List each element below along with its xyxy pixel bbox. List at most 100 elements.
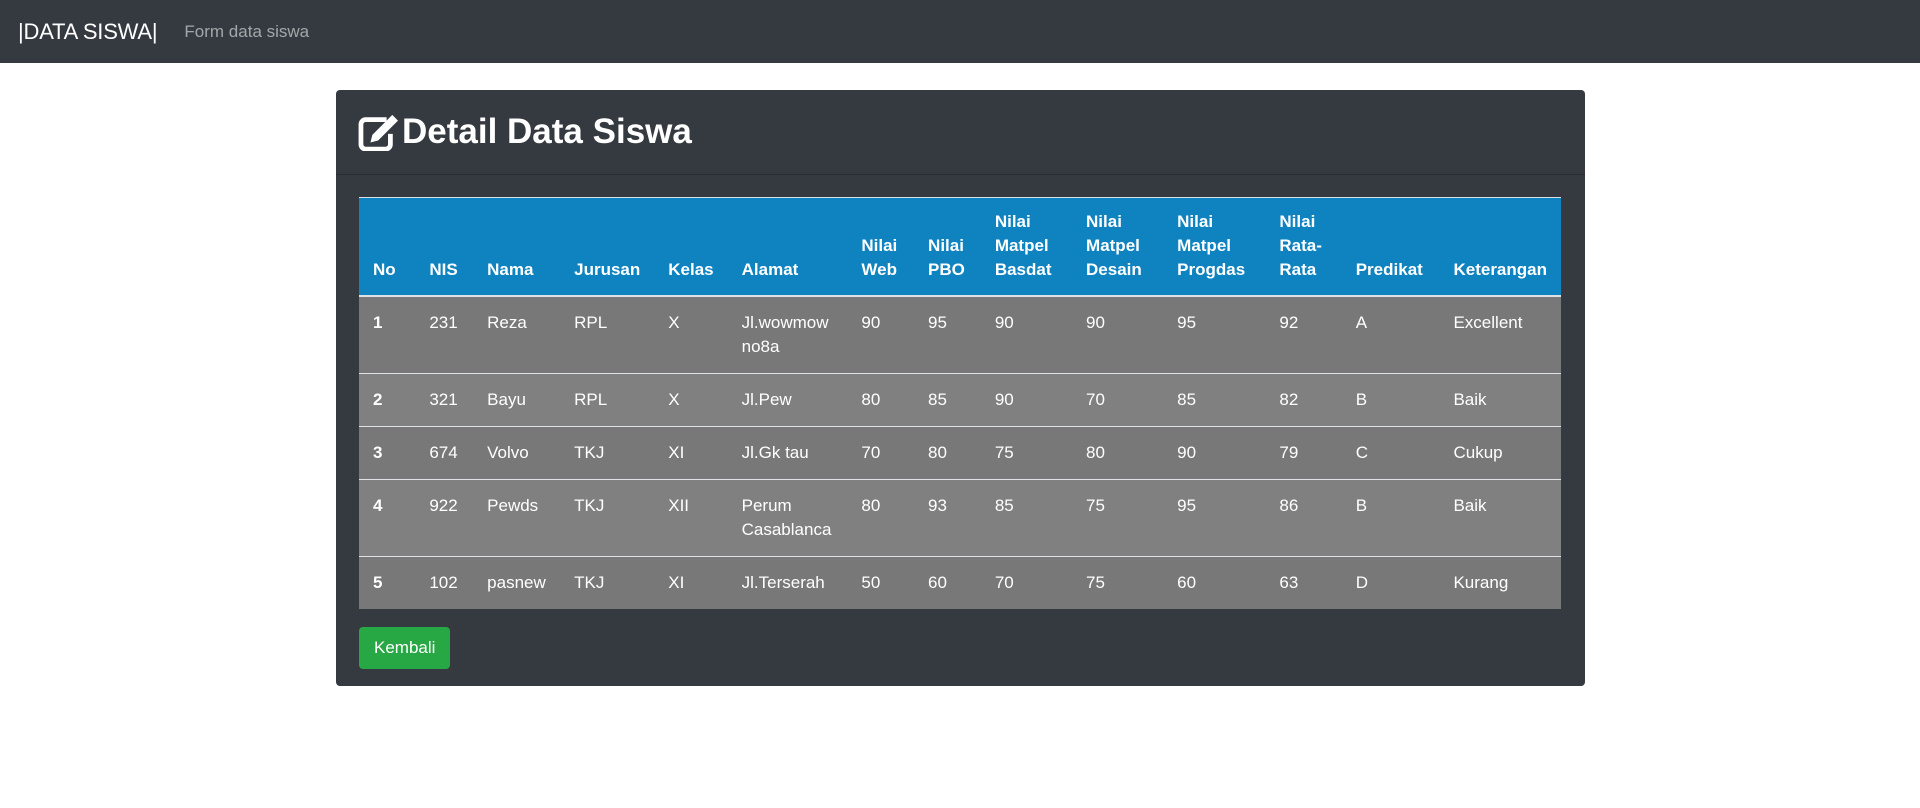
table-cell: Reza — [473, 295, 561, 374]
table-cell: 321 — [415, 373, 474, 427]
table-cell: 4 — [359, 479, 416, 557]
table-row: 4 922 Pewds TKJ XII Perum Casablanca 80 … — [359, 479, 1561, 557]
table-cell: 90 — [847, 295, 915, 374]
column-header: Nilai PBO — [914, 197, 981, 297]
table-cell: 50 — [847, 556, 915, 609]
table-cell: pasnew — [473, 556, 561, 609]
table-cell: 5 — [359, 556, 416, 609]
table-cell: C — [1341, 426, 1440, 480]
table-cell: XI — [654, 556, 728, 609]
column-header: No — [359, 197, 416, 297]
table-cell: TKJ — [560, 426, 655, 480]
table-cell: Baik — [1439, 373, 1561, 427]
table-cell: 86 — [1265, 479, 1342, 557]
table-row: 5 102 pasnew TKJ XI Jl.Terserah 50 60 70… — [359, 556, 1561, 609]
table-cell: 79 — [1265, 426, 1342, 480]
column-header: Nama — [473, 197, 561, 297]
table-cell: 90 — [980, 295, 1073, 374]
table-cell: Baik — [1439, 479, 1561, 557]
table-row: 2 321 Bayu RPL X Jl.Pew 80 85 90 70 85 8… — [359, 373, 1561, 427]
table-cell: A — [1341, 295, 1440, 374]
table-cell: Jl.wowmowno8a — [727, 295, 848, 374]
table-cell: XI — [654, 426, 728, 480]
table-cell: Kurang — [1439, 556, 1561, 609]
table-head: No NIS Nama Jurusan Kelas Alamat Nilai W… — [359, 197, 1561, 297]
table-cell: 95 — [914, 295, 981, 374]
table-cell: 1 — [359, 295, 416, 374]
column-header: Alamat — [727, 197, 848, 297]
card-body: No NIS Nama Jurusan Kelas Alamat Nilai W… — [336, 175, 1585, 669]
table-cell: Jl.Gk tau — [727, 426, 848, 480]
table-cell: 102 — [415, 556, 474, 609]
table-cell: 60 — [1163, 556, 1266, 609]
navbar-brand[interactable]: |DATA SISWA| — [18, 19, 158, 45]
table-body: 1 231 Reza RPL X Jl.wowmowno8a 90 95 90 … — [359, 295, 1561, 609]
column-header: Nilai Web — [847, 197, 915, 297]
column-header: Nilai Rata-Rata — [1265, 197, 1342, 297]
table-cell: RPL — [560, 295, 655, 374]
table-cell: 95 — [1163, 295, 1266, 374]
column-header: NIS — [415, 197, 474, 297]
table-cell: Volvo — [473, 426, 561, 480]
table-cell: 231 — [415, 295, 474, 374]
table-cell: 80 — [1072, 426, 1164, 480]
table-cell: 674 — [415, 426, 474, 480]
table-cell: 70 — [980, 556, 1073, 609]
column-header: Keterangan — [1439, 197, 1561, 297]
table-cell: 70 — [1072, 373, 1164, 427]
table-cell: Pewds — [473, 479, 561, 557]
page-title: Detail Data Siswa — [358, 112, 692, 152]
table-cell: 85 — [914, 373, 981, 427]
table-cell: 75 — [1072, 479, 1164, 557]
table-row: 3 674 Volvo TKJ XI Jl.Gk tau 70 80 75 80… — [359, 426, 1561, 480]
table-cell: 3 — [359, 426, 416, 480]
table-cell: B — [1341, 373, 1440, 427]
table-cell: 93 — [914, 479, 981, 557]
table-cell: 2 — [359, 373, 416, 427]
table-row: 1 231 Reza RPL X Jl.wowmowno8a 90 95 90 … — [359, 295, 1561, 374]
table-cell: 75 — [1072, 556, 1164, 609]
navbar: |DATA SISWA| Form data siswa — [0, 0, 1920, 63]
table-cell: 90 — [980, 373, 1073, 427]
table-cell: 922 — [415, 479, 474, 557]
table-cell: Bayu — [473, 373, 561, 427]
table-cell: 85 — [1163, 373, 1266, 427]
table-cell: Excellent — [1439, 295, 1561, 374]
table-cell: Cukup — [1439, 426, 1561, 480]
table-cell: X — [654, 373, 728, 427]
column-header: Nilai Matpel Desain — [1072, 197, 1164, 297]
edit-icon — [358, 114, 398, 151]
table-cell: 70 — [847, 426, 915, 480]
column-header: Predikat — [1341, 197, 1440, 297]
student-table: No NIS Nama Jurusan Kelas Alamat Nilai W… — [359, 197, 1561, 609]
table-cell: 82 — [1265, 373, 1342, 427]
column-header: Kelas — [654, 197, 728, 297]
table-cell: Jl.Pew — [727, 373, 848, 427]
nav-link-form-data-siswa[interactable]: Form data siswa — [184, 22, 309, 42]
page-title-text: Detail Data Siswa — [402, 112, 692, 151]
table-cell: 90 — [1072, 295, 1164, 374]
table-cell: 75 — [980, 426, 1073, 480]
table-cell: 85 — [980, 479, 1073, 557]
table-header-row: No NIS Nama Jurusan Kelas Alamat Nilai W… — [359, 197, 1561, 297]
column-header: Nilai Matpel Progdas — [1163, 197, 1266, 297]
table-cell: 90 — [1163, 426, 1266, 480]
detail-card: Detail Data Siswa No NIS Nama Jurusan Ke… — [336, 90, 1585, 686]
table-cell: 63 — [1265, 556, 1342, 609]
card-header: Detail Data Siswa — [336, 90, 1585, 175]
table-cell: Perum Casablanca — [727, 479, 848, 557]
table-cell: TKJ — [560, 479, 655, 557]
table-cell: XII — [654, 479, 728, 557]
table-cell: 80 — [847, 479, 915, 557]
table-cell: Jl.Terserah — [727, 556, 848, 609]
table-cell: B — [1341, 479, 1440, 557]
back-button[interactable]: Kembali — [359, 627, 451, 669]
column-header: Nilai Matpel Basdat — [980, 197, 1073, 297]
column-header: Jurusan — [560, 197, 655, 297]
table-cell: 80 — [847, 373, 915, 427]
table-cell: D — [1341, 556, 1440, 609]
table-cell: X — [654, 295, 728, 374]
table-cell: RPL — [560, 373, 655, 427]
table-cell: 60 — [914, 556, 981, 609]
table-cell: 95 — [1163, 479, 1266, 557]
